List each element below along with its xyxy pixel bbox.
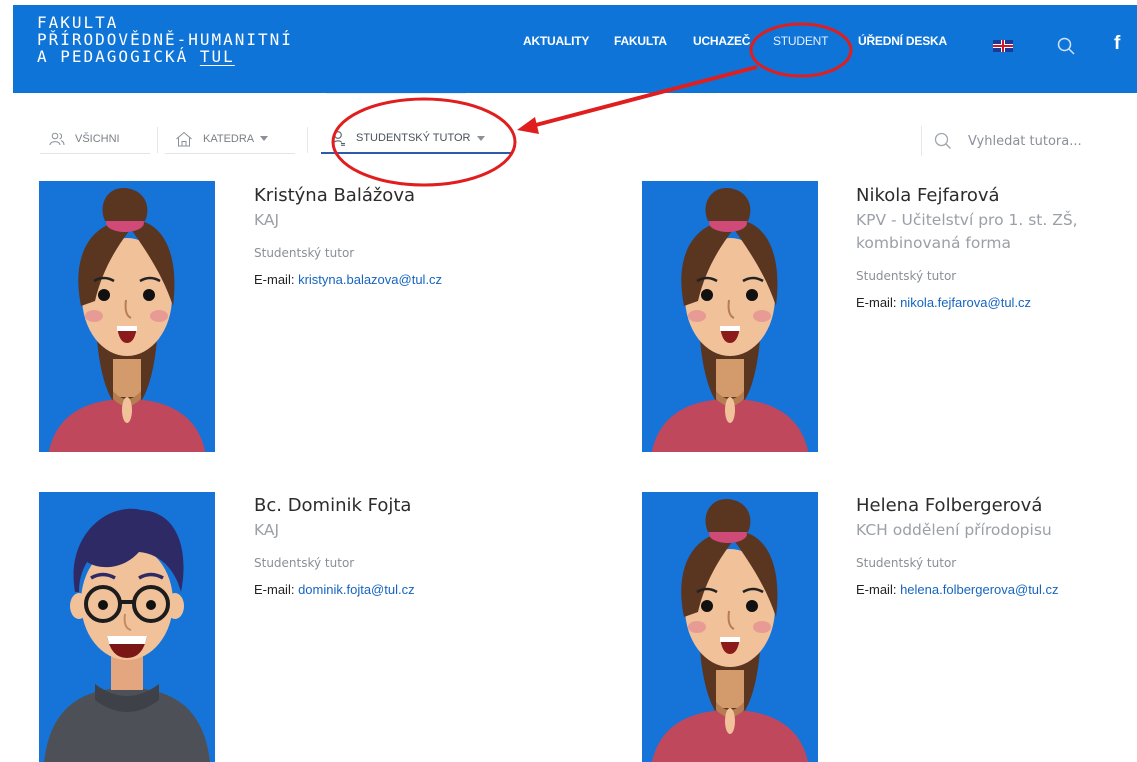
- tutor-name: Bc. Dominik Fojta: [254, 495, 412, 516]
- tutor-email-link[interactable]: dominik.fojta@tul.cz: [298, 582, 415, 597]
- filter-katedra-label: KATEDRA: [203, 132, 255, 145]
- tutor-email-row: E-mail: helena.folbergerova@tul.cz: [856, 582, 1131, 597]
- filter-separator: [307, 127, 308, 153]
- site-header: FAKULTA PŘÍRODOVĚDNĚ-HUMANITNÍ A PEDAGOG…: [13, 5, 1137, 93]
- tutor-role: Studentský tutor: [254, 556, 355, 570]
- logo-tul: TUL: [199, 47, 235, 66]
- search-icon: [934, 132, 951, 149]
- filter-katedra[interactable]: KATEDRA: [165, 124, 295, 154]
- tutor-email-link[interactable]: nikola.fejfarova@tul.cz: [900, 295, 1031, 310]
- filter-all[interactable]: VŠICHNI: [40, 124, 150, 154]
- tutor-role: Studentský tutor: [856, 556, 957, 570]
- facebook-icon[interactable]: f: [1114, 33, 1120, 55]
- tutor-card: Bc. Dominik Fojta KAJ Studentský tutor E…: [254, 494, 614, 597]
- filter-tutor-label: STUDENTSKÝ TUTOR: [356, 132, 471, 144]
- tutor-department: KAJ: [254, 521, 280, 539]
- search-separator: [921, 126, 922, 156]
- filter-separator: [157, 127, 158, 153]
- tutor-photo: [39, 492, 215, 762]
- tutor-email-link[interactable]: helena.folbergerova@tul.cz: [900, 582, 1058, 597]
- chevron-down-icon: [476, 135, 485, 141]
- tutor-photo: [642, 492, 818, 762]
- logo-line-3: A PEDAGOGICKÁ TUL: [37, 48, 293, 65]
- nav-item-uredni-deska[interactable]: ÚŘEDNÍ DESKA: [858, 34, 947, 48]
- tutor-department: KPV - Učitelství pro 1. st. ZŠ, kombinov…: [856, 211, 1078, 252]
- tutor-card: Helena Folbergerová KCH oddělení přírodo…: [856, 494, 1131, 597]
- user-icon: [332, 131, 345, 146]
- nav-item-student[interactable]: STUDENT: [773, 34, 828, 48]
- tutor-email-link[interactable]: kristyna.balazova@tul.cz: [298, 272, 442, 287]
- tutor-search-input[interactable]: [968, 128, 1118, 154]
- dropdown-tab-indicator: [326, 93, 466, 96]
- tutor-photo: [642, 181, 818, 452]
- header-search-icon[interactable]: [1056, 36, 1076, 56]
- nav-item-aktuality[interactable]: AKTUALITY: [523, 34, 589, 48]
- home-icon: [176, 131, 192, 146]
- tutor-photo: [39, 181, 215, 452]
- faculty-logo[interactable]: FAKULTA PŘÍRODOVĚDNĚ-HUMANITNÍ A PEDAGOG…: [37, 14, 293, 65]
- filter-all-label: VŠICHNI: [75, 132, 120, 145]
- email-label: E-mail:: [254, 272, 295, 287]
- annotation-arrow-head: [517, 117, 539, 134]
- tutor-email-row: E-mail: nikola.fejfarova@tul.cz: [856, 295, 1131, 310]
- tutor-department: KCH oddělení přírodopisu: [856, 521, 1052, 539]
- tutor-card: Nikola Fejfarová KPV - Učitelství pro 1.…: [856, 184, 1131, 310]
- chevron-down-icon: [260, 136, 269, 141]
- users-icon: [49, 132, 65, 145]
- tutor-name: Nikola Fejfarová: [856, 185, 1000, 206]
- email-label: E-mail:: [856, 295, 897, 310]
- email-label: E-mail:: [856, 582, 897, 597]
- tutor-role: Studentský tutor: [254, 246, 355, 260]
- nav-item-uchazec[interactable]: UCHAZEČ: [693, 34, 750, 48]
- tutor-email-row: E-mail: kristyna.balazova@tul.cz: [254, 272, 614, 287]
- filter-studentsky-tutor[interactable]: STUDENTSKÝ TUTOR: [321, 124, 513, 154]
- flag-red-vertical: [1002, 40, 1004, 52]
- email-label: E-mail:: [254, 582, 295, 597]
- tutor-email-row: E-mail: dominik.fojta@tul.cz: [254, 582, 614, 597]
- tutor-card: Kristýna Balážova KAJ Studentský tutor E…: [254, 184, 614, 287]
- logo-line-2: PŘÍRODOVĚDNĚ-HUMANITNÍ: [37, 30, 293, 49]
- flag-uk-icon[interactable]: [993, 40, 1013, 52]
- tutor-department: KAJ: [254, 211, 280, 229]
- tutor-name: Helena Folbergerová: [856, 495, 1043, 516]
- logo-line-3-prefix: A PEDAGOGICKÁ: [37, 47, 200, 66]
- tutor-role: Studentský tutor: [856, 269, 957, 283]
- logo-line-1: FAKULTA: [37, 13, 119, 32]
- nav-item-fakulta[interactable]: FAKULTA: [614, 34, 667, 48]
- tutor-name: Kristýna Balážova: [254, 185, 416, 206]
